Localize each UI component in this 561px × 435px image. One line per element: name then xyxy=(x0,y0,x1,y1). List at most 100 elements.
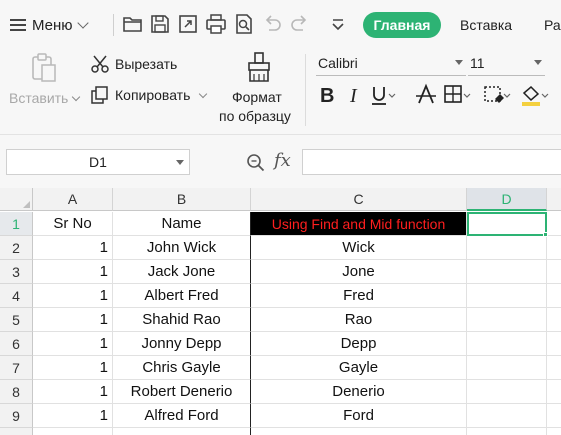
formula-bar: D1 fx xyxy=(0,135,561,188)
cell-c2[interactable]: Wick xyxy=(251,236,467,260)
italic-icon[interactable]: I xyxy=(349,85,358,107)
cell-e8[interactable] xyxy=(547,380,561,404)
fill-handle[interactable] xyxy=(543,232,548,237)
grid-cell[interactable] xyxy=(251,428,467,435)
paste-button[interactable]: Вставить xyxy=(9,88,81,108)
cell-b2[interactable]: John Wick xyxy=(113,236,251,260)
row-header[interactable] xyxy=(0,428,33,435)
cell-e7[interactable] xyxy=(547,356,561,380)
column-header-e[interactable] xyxy=(547,188,561,211)
print-icon[interactable] xyxy=(204,12,228,36)
row-header[interactable]: 8 xyxy=(0,380,33,404)
cell-c1[interactable]: Using Find and Mid function xyxy=(251,212,467,236)
cell-a3[interactable]: 1 xyxy=(33,260,113,284)
undo-icon[interactable] xyxy=(260,12,284,36)
tab-home[interactable]: Главная xyxy=(363,12,441,38)
row-header[interactable]: 9 xyxy=(0,404,33,428)
borders-icon[interactable] xyxy=(444,85,471,103)
column-header-d[interactable]: D xyxy=(467,188,547,211)
save-icon[interactable] xyxy=(148,12,172,36)
cell-e5[interactable] xyxy=(547,308,561,332)
cell-d8[interactable] xyxy=(467,380,547,404)
formula-input[interactable] xyxy=(302,149,561,175)
redo-icon[interactable] xyxy=(288,12,312,36)
cell-c7[interactable]: Gayle xyxy=(251,356,467,380)
cell-a6[interactable]: 1 xyxy=(33,332,113,356)
cell-c9[interactable]: Ford xyxy=(251,404,467,428)
more-chevron-icon[interactable] xyxy=(326,12,350,36)
select-all-corner[interactable] xyxy=(0,188,33,211)
zoom-search-icon[interactable] xyxy=(246,153,266,173)
column-header-c[interactable]: C xyxy=(251,188,467,211)
row-header[interactable]: 5 xyxy=(0,308,33,332)
hamburger-icon xyxy=(10,19,26,31)
grid-cell[interactable] xyxy=(113,428,251,435)
cell-d5[interactable] xyxy=(467,308,547,332)
font-size-select[interactable]: 11 xyxy=(468,50,545,76)
cell-a1[interactable]: Sr No xyxy=(33,212,113,236)
cell-a2[interactable]: 1 xyxy=(33,236,113,260)
row-header[interactable]: 1 xyxy=(0,212,33,236)
cell-c5[interactable]: Rao xyxy=(251,308,467,332)
cell-e9[interactable] xyxy=(547,404,561,428)
tab-layout[interactable]: Ра xyxy=(544,12,561,38)
cell-e6[interactable] xyxy=(547,332,561,356)
cell-b6[interactable]: Jonny Depp xyxy=(113,332,251,356)
name-box[interactable]: D1 xyxy=(6,149,190,175)
cell-styles-icon[interactable] xyxy=(484,86,511,103)
clipboard-icon[interactable] xyxy=(28,52,60,84)
cell-b7[interactable]: Chris Gayle xyxy=(113,356,251,380)
cell-b8[interactable]: Robert Denerio xyxy=(113,380,251,404)
cell-d1[interactable] xyxy=(467,212,547,236)
format-painter-icon[interactable] xyxy=(242,50,276,84)
cell-a4[interactable]: 1 xyxy=(33,284,113,308)
cell-e4[interactable] xyxy=(547,284,561,308)
grid-cell[interactable] xyxy=(33,428,113,435)
cell-d2[interactable] xyxy=(467,236,547,260)
row-header[interactable]: 2 xyxy=(0,236,33,260)
cell-d7[interactable] xyxy=(467,356,547,380)
cell-a7[interactable]: 1 xyxy=(33,356,113,380)
bold-icon[interactable]: B xyxy=(320,85,334,107)
format-painter-label-1[interactable]: Формат xyxy=(232,88,282,106)
grid-cell[interactable] xyxy=(467,428,547,435)
fill-color-icon[interactable] xyxy=(522,85,549,106)
cell-b5[interactable]: Shahid Rao xyxy=(113,308,251,332)
cell-c8[interactable]: Denerio xyxy=(251,380,467,404)
tab-insert[interactable]: Вставка xyxy=(446,12,526,38)
column-header-a[interactable]: A xyxy=(33,188,113,211)
cell-c6[interactable]: Depp xyxy=(251,332,467,356)
cell-e3[interactable] xyxy=(547,260,561,284)
row-header[interactable]: 7 xyxy=(0,356,33,380)
font-name-select[interactable]: Calibri xyxy=(316,50,466,76)
cell-b4[interactable]: Albert Fred xyxy=(113,284,251,308)
cell-d3[interactable] xyxy=(467,260,547,284)
cell-a5[interactable]: 1 xyxy=(33,308,113,332)
cell-a8[interactable]: 1 xyxy=(33,380,113,404)
folder-open-icon[interactable] xyxy=(121,12,145,36)
cut-button[interactable]: Вырезать xyxy=(90,53,177,75)
cell-e2[interactable] xyxy=(547,236,561,260)
cell-d4[interactable] xyxy=(467,284,547,308)
copy-button[interactable]: Копировать xyxy=(90,84,208,106)
underline-icon[interactable] xyxy=(372,87,396,105)
cell-c3[interactable]: Jone xyxy=(251,260,467,284)
row-header[interactable]: 6 xyxy=(0,332,33,356)
cell-e1[interactable] xyxy=(547,212,561,236)
cell-d6[interactable] xyxy=(467,332,547,356)
cell-c4[interactable]: Fred xyxy=(251,284,467,308)
row-header[interactable]: 3 xyxy=(0,260,33,284)
cell-b9[interactable]: Alfred Ford xyxy=(113,404,251,428)
cell-b3[interactable]: Jack Jone xyxy=(113,260,251,284)
cell-a9[interactable]: 1 xyxy=(33,404,113,428)
format-painter-label-2[interactable]: по образцу xyxy=(219,107,291,125)
fx-icon[interactable]: fx xyxy=(274,150,291,171)
main-menu-button[interactable]: Меню xyxy=(10,12,89,38)
cell-d9[interactable] xyxy=(467,404,547,428)
strikethrough-icon[interactable] xyxy=(416,83,436,104)
cell-b1[interactable]: Name xyxy=(113,212,251,236)
export-icon[interactable] xyxy=(176,12,200,36)
column-header-b[interactable]: B xyxy=(113,188,251,211)
print-preview-icon[interactable] xyxy=(232,12,256,36)
row-header[interactable]: 4 xyxy=(0,284,33,308)
